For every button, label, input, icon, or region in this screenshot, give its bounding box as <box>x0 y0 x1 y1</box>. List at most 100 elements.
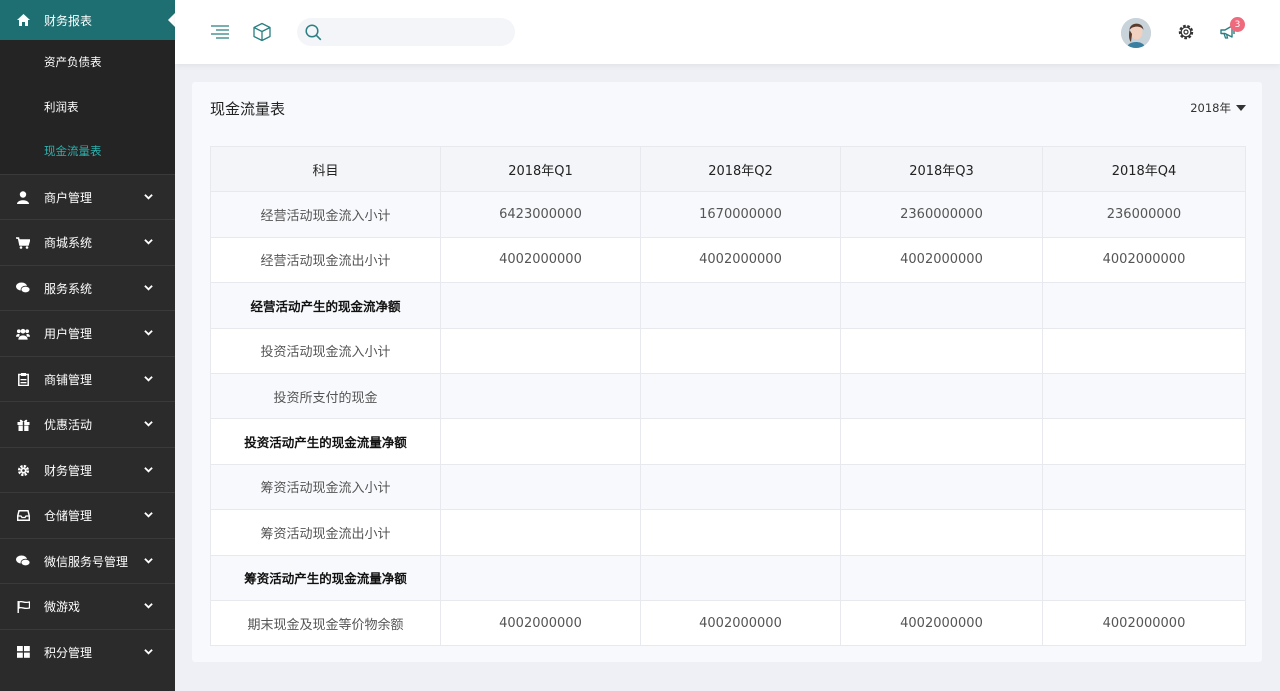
table-cell: 236000000 <box>1042 191 1246 238</box>
chevron-down-icon <box>144 284 153 291</box>
row-label: 投资活动现金流入小计 <box>210 327 441 374</box>
year-select[interactable]: 2018年 <box>1190 100 1246 116</box>
sidebar-item-shops[interactable]: 商铺管理 <box>0 355 175 402</box>
table-row: 筹资活动现金流入小计 <box>210 463 1246 511</box>
user-avatar-icon <box>1121 18 1151 48</box>
search-input[interactable] <box>331 22 501 42</box>
sidebar-item-users[interactable]: 用户管理 <box>0 310 175 356</box>
table-row: 经营活动现金流出小计 4002000000 4002000000 4002000… <box>210 236 1246 284</box>
sidebar-submenu: 资产负债表 利润表 现金流量表 <box>0 40 175 174</box>
home-icon <box>16 13 30 27</box>
table-cell: 4002000000 <box>440 599 641 647</box>
row-label: 投资活动产生的现金流量净额 <box>210 418 441 465</box>
table-cell: 4002000000 <box>640 599 841 647</box>
table-cell <box>640 327 841 374</box>
table-cell <box>440 463 641 511</box>
table-cell <box>1042 554 1246 601</box>
table-cell <box>440 554 641 601</box>
sidebar-item-promotions[interactable]: 优惠活动 <box>0 401 175 447</box>
sidebar-item-finance[interactable]: 财务管理 <box>0 446 175 493</box>
chat-icon <box>16 281 30 295</box>
sidebar-subitem-balance-sheet[interactable]: 资产负债表 <box>0 40 175 85</box>
table-row: 投资活动现金流入小计 <box>210 327 1246 374</box>
table-row: 筹资活动产生的现金流量净额 <box>210 554 1246 601</box>
grid-icon <box>16 645 30 659</box>
sidebar-item-financial-reports[interactable]: 财务报表 <box>0 0 175 40</box>
sidebar-item-label: 仓储管理 <box>44 509 93 524</box>
row-label: 筹资活动产生的现金流量净额 <box>210 554 441 601</box>
sidebar-item-warehouse[interactable]: 仓储管理 <box>0 492 175 538</box>
wechat-icon <box>16 554 30 568</box>
chevron-down-icon <box>144 557 153 564</box>
table-cell: 4002000000 <box>840 599 1043 647</box>
row-label: 投资所支付的现金 <box>210 372 441 420</box>
cash-flow-table: 科目 2018年Q1 2018年Q2 2018年Q3 2018年Q4 经营活动现… <box>210 145 1246 647</box>
sidebar-item-label: 财务管理 <box>44 463 93 478</box>
column-header: 科目 <box>210 145 441 193</box>
sidebar-subitem-income-statement[interactable]: 利润表 <box>0 85 175 130</box>
cube-icon <box>253 22 271 42</box>
chevron-down-icon <box>144 330 153 336</box>
table-cell: 2360000000 <box>840 191 1043 238</box>
row-label: 经营活动现金流入小计 <box>210 191 441 238</box>
sidebar-subitem-cash-flow[interactable]: 现金流量表 <box>0 129 175 174</box>
search-icon[interactable] <box>305 24 322 41</box>
table-cell <box>440 372 641 420</box>
sidebar-item-mall[interactable]: 商城系统 <box>0 219 175 265</box>
table-cell <box>640 554 841 601</box>
gear-icon <box>16 463 30 477</box>
settings-button[interactable] <box>1175 21 1197 43</box>
table-cell: 4002000000 <box>840 236 1043 284</box>
avatar[interactable] <box>1121 18 1151 48</box>
menu-toggle-button[interactable] <box>209 21 231 43</box>
chevron-down-icon <box>144 512 153 518</box>
column-header: 2018年Q4 <box>1042 145 1246 193</box>
sidebar-item-label: 积分管理 <box>44 645 93 660</box>
sidebar-item-label: 服务系统 <box>44 281 93 296</box>
inbox-icon <box>16 509 30 523</box>
table-row: 投资所支付的现金 <box>210 372 1246 420</box>
sidebar-item-label: 优惠活动 <box>44 418 93 433</box>
cube-button[interactable] <box>251 21 273 43</box>
caret-down-icon <box>1236 105 1246 111</box>
row-label: 筹资活动现金流出小计 <box>210 509 441 556</box>
table-cell <box>440 509 641 556</box>
chevron-down-icon <box>144 466 153 473</box>
table-cell: 4002000000 <box>1042 599 1246 647</box>
table-cell <box>840 327 1043 374</box>
table-cell <box>840 282 1043 329</box>
table-cell <box>840 509 1043 556</box>
sidebar-item-label: 用户管理 <box>44 327 93 342</box>
chevron-down-icon <box>144 648 153 655</box>
table-cell <box>440 418 641 465</box>
table-header-row: 科目 2018年Q1 2018年Q2 2018年Q3 2018年Q4 <box>210 145 1246 193</box>
sidebar-item-points[interactable]: 积分管理 <box>0 628 175 675</box>
sidebar-item-mini-games[interactable]: 微游戏 <box>0 583 175 629</box>
sidebar: 财务报表 资产负债表 利润表 现金流量表 商户管理 商城系统 服务系统 用户管理… <box>0 0 175 691</box>
gift-icon <box>16 418 30 432</box>
sidebar-item-wechat[interactable]: 微信服务号管理 <box>0 537 175 584</box>
table-cell <box>1042 463 1246 511</box>
table-cell <box>1042 509 1246 556</box>
sidebar-item-merchant[interactable]: 商户管理 <box>0 173 175 220</box>
table-row: 期末现金及现金等价物余额 4002000000 4002000000 40020… <box>210 599 1246 647</box>
sidebar-item-service[interactable]: 服务系统 <box>0 264 175 311</box>
sidebar-item-label: 商户管理 <box>44 190 93 205</box>
search-bar <box>297 18 515 46</box>
table-cell <box>640 509 841 556</box>
table-cell <box>640 463 841 511</box>
table-cell: 4002000000 <box>1042 236 1246 284</box>
table-cell <box>840 372 1043 420</box>
chevron-down-icon <box>144 375 153 382</box>
table-cell <box>640 418 841 465</box>
table-cell <box>440 282 641 329</box>
column-header: 2018年Q1 <box>440 145 641 193</box>
chevron-down-icon <box>144 239 153 245</box>
chevron-down-icon <box>144 603 153 609</box>
table-row: 经营活动现金流入小计 6423000000 1670000000 2360000… <box>210 191 1246 238</box>
table-row: 筹资活动现金流出小计 <box>210 509 1246 556</box>
user-icon <box>16 190 30 204</box>
row-label: 经营活动现金流出小计 <box>210 236 441 284</box>
row-label: 经营活动产生的现金流净额 <box>210 282 441 329</box>
column-header: 2018年Q3 <box>840 145 1043 193</box>
